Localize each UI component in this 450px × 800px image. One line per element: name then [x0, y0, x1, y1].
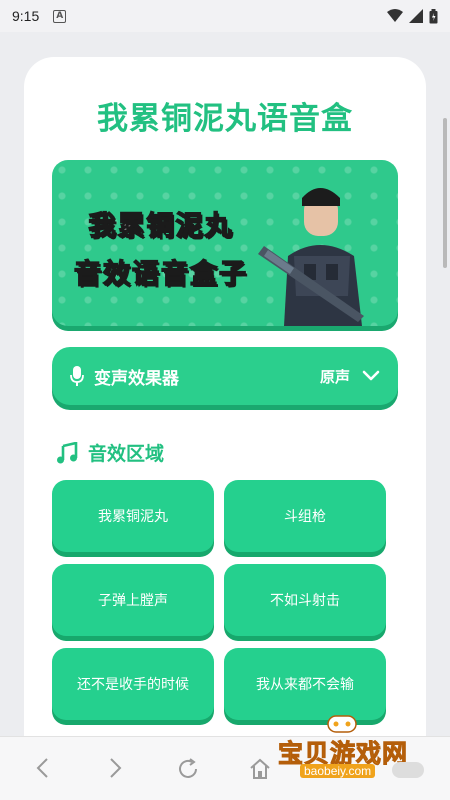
sound-grid: 我累铜泥丸 斗组枪 子弹上膛声 不如斗射击 还不是收手的时候 我从来都不会输: [52, 480, 386, 720]
status-time: 9:15: [12, 8, 40, 24]
banner: 我累铜泥丸 音效语音盒子: [52, 160, 398, 326]
back-icon[interactable]: [34, 757, 52, 779]
sound-button[interactable]: 我从来都不会输: [224, 648, 386, 720]
banner-title-line1: 我累铜泥丸: [88, 210, 234, 242]
section-title-text: 音效区域: [88, 443, 165, 465]
sound-button[interactable]: 不如斗射击: [224, 564, 386, 636]
sound-button[interactable]: 我累铜泥丸: [52, 480, 214, 552]
voice-changer-bar[interactable]: 变声效果器 原声: [52, 347, 398, 405]
notification-app-icon: A: [53, 9, 67, 23]
gamepad-icon: [327, 715, 357, 733]
home-icon[interactable]: [248, 757, 272, 781]
main-card: 我累铜泥丸语音盒 我累铜泥丸 音效语音盒子 变声效果器 原声 音效区域 我累铜泥…: [24, 57, 426, 800]
chevron-down-icon[interactable]: [362, 370, 380, 382]
watermark-url: baobeiy.com: [300, 764, 376, 778]
signal-icon: [409, 9, 423, 23]
sound-button[interactable]: 还不是收手的时候: [52, 648, 214, 720]
toggle-switch: [392, 762, 424, 778]
status-icons: [387, 8, 438, 24]
mic-icon: [70, 366, 84, 386]
scrollbar-thumb[interactable]: [443, 118, 447, 268]
section-title: 音效区域: [56, 439, 164, 466]
soldier-illustration: [258, 188, 364, 326]
wifi-icon: [387, 9, 403, 22]
voice-changer-selected: 原声: [319, 367, 350, 386]
banner-title-line2: 音效语音盒子: [73, 258, 248, 290]
refresh-icon[interactable]: [176, 757, 200, 781]
sound-button[interactable]: 子弹上膛声: [52, 564, 214, 636]
forward-icon[interactable]: [106, 757, 124, 779]
voice-changer-label: 变声效果器: [94, 368, 179, 389]
music-note-icon: [57, 441, 78, 463]
watermark-logo: 宝贝游戏网 baobeiy.com: [270, 712, 430, 782]
sound-button[interactable]: 斗组枪: [224, 480, 386, 552]
status-bar: 9:15 A: [0, 0, 450, 32]
battery-icon: [429, 8, 438, 23]
app-title: 我累铜泥丸语音盒: [97, 101, 353, 137]
